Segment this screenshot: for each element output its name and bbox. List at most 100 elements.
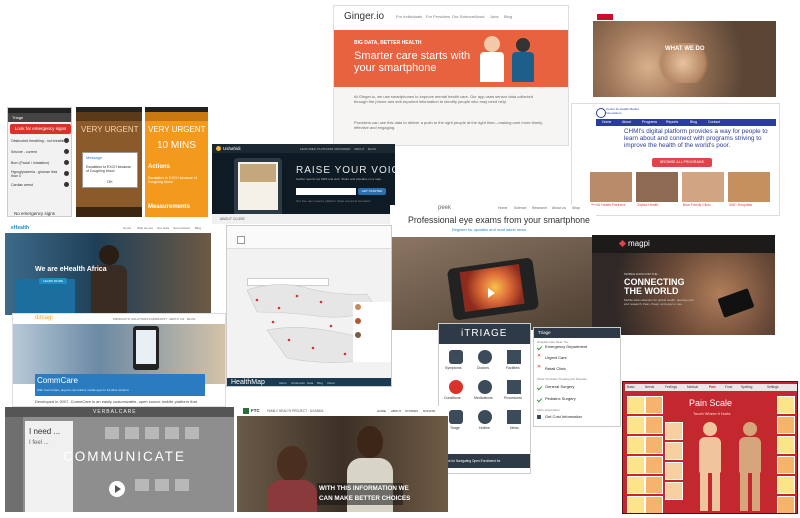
pain-tab[interactable]: Needs [645, 385, 654, 389]
body-leg[interactable] [752, 473, 760, 511]
ehealth-logo[interactable]: eHealth [11, 225, 29, 231]
symptoms-icon[interactable] [449, 350, 463, 364]
body-leg[interactable] [740, 473, 748, 511]
healthmap-logo[interactable]: HealthMap [231, 379, 265, 386]
peek-nav-item[interactable]: Shop [572, 206, 580, 210]
healthmap-footer-link[interactable]: Blog [317, 381, 323, 385]
commcare-logo[interactable]: dimagi [35, 315, 53, 321]
ushahidi-nav-item[interactable]: CRISISMAP [334, 147, 351, 151]
program-card-title[interactable]: Blue Family Clinic [683, 203, 711, 207]
symbol-tile[interactable] [155, 479, 169, 491]
healthmap-footer-link[interactable]: Alerts [279, 381, 287, 385]
pain-symbol-tile[interactable] [627, 436, 645, 454]
list-item[interactable]: General Surgery [545, 384, 574, 389]
body-head[interactable] [703, 422, 717, 436]
chmi-logo[interactable]: Center for Health Market Innovations [606, 107, 646, 115]
list-item[interactable]: Retail Clinic [545, 366, 566, 371]
procedures-icon[interactable] [507, 380, 521, 394]
ginger-nav-item[interactable]: For Individuals [396, 14, 422, 19]
pain-symbol-tile[interactable] [645, 456, 663, 474]
pain-symbol-tile[interactable] [777, 496, 795, 513]
symbol-tile[interactable] [105, 427, 119, 439]
alert-thumb[interactable] [355, 304, 361, 310]
commcare-nav-item[interactable]: COMMUNITY [149, 317, 168, 321]
chmi-nav-item[interactable]: Programs [642, 120, 657, 124]
ftc-nav-item[interactable]: HOME [377, 409, 386, 413]
alert-thumb[interactable] [355, 318, 361, 324]
conditions-icon[interactable] [449, 380, 463, 394]
info-icon[interactable] [64, 138, 69, 143]
info-icon[interactable] [64, 160, 69, 165]
ehealth-nav-item[interactable]: Blog [195, 226, 201, 230]
pain-symbol-tile[interactable] [645, 396, 663, 414]
program-card[interactable] [728, 172, 770, 202]
ginger-nav-item[interactable]: Blog [504, 14, 512, 19]
pain-symbol-tile[interactable] [627, 416, 645, 434]
peek-subtitle[interactable]: Register for updates and read latest new… [452, 227, 526, 232]
pain-symbol-tile[interactable] [627, 456, 645, 474]
list-item[interactable]: Urgent Care [545, 355, 567, 360]
pain-tab[interactable]: Medical [687, 385, 698, 389]
emergency-sign-row[interactable]: Burn (Facial / Inhalation) [11, 161, 49, 165]
program-card[interactable] [636, 172, 678, 202]
body-diagram-back[interactable] [733, 422, 767, 512]
ehealth-learn-more-button[interactable]: LEARN MORE [39, 278, 67, 284]
pain-tab[interactable]: Basic [627, 385, 635, 389]
symbol-tile[interactable] [145, 427, 159, 439]
symbol-tile[interactable] [165, 427, 179, 439]
charity-logo[interactable] [597, 14, 613, 20]
ushahidi-logo-icon[interactable] [216, 146, 221, 151]
emergency-sign-row[interactable]: Obstructed breathing - not breathing [11, 139, 67, 143]
body-head[interactable] [743, 422, 757, 436]
pain-symbol-tile[interactable] [627, 496, 645, 513]
itriage-ad-bar[interactable]: 5 Tips for Navigating Open Enrollment fo… [439, 454, 530, 468]
pain-symbol-tile[interactable] [665, 482, 683, 500]
peek-nav-item[interactable]: Home [498, 206, 507, 210]
ehealth-nav-item[interactable]: Who we are [137, 226, 153, 230]
body-torso[interactable] [699, 437, 721, 473]
chmi-nav-item[interactable]: Reports [666, 120, 678, 124]
body-torso[interactable] [739, 437, 761, 473]
play-icon[interactable] [115, 485, 121, 493]
commcare-nav-item[interactable]: PRODUCTS [113, 317, 130, 321]
body-diagram-front[interactable] [693, 422, 727, 512]
emergency-sign-row[interactable]: Seizure - current [11, 150, 37, 154]
ushahidi-nav-item[interactable]: PLATFORM [317, 147, 333, 151]
itriage-logo[interactable]: iTRIAGE [461, 328, 507, 339]
ginger-logo[interactable]: Ginger.io [344, 11, 384, 22]
ginger-nav-item[interactable]: About [474, 14, 484, 19]
emergency-sign-row[interactable]: Hypoglycaemia - glucose less than 3 [11, 170, 61, 178]
chmi-nav-item[interactable]: Contact [708, 120, 720, 124]
program-card[interactable] [682, 172, 724, 202]
ushahidi-email-input[interactable] [296, 188, 356, 195]
pain-tab[interactable]: Feelings [665, 385, 677, 389]
symbol-tile[interactable] [185, 427, 199, 439]
magpi-logo-icon[interactable] [618, 239, 627, 248]
ftc-nav-item[interactable]: STORIES [405, 409, 418, 413]
alert-thumb[interactable] [355, 332, 361, 338]
ginger-nav-item[interactable]: Jobs [490, 14, 498, 19]
ftc-nav-item[interactable]: DONATE [423, 409, 435, 413]
pain-symbol-tile[interactable] [645, 496, 663, 513]
chmi-nav-item[interactable]: Home [602, 120, 611, 124]
emergency-signs-button[interactable]: Look for emergency signs [10, 124, 71, 134]
symbol-tile[interactable] [175, 479, 189, 491]
ushahidi-nav-item[interactable]: ABOUT [354, 147, 364, 151]
pain-tab[interactable]: Spelling [741, 385, 752, 389]
program-card[interactable] [590, 172, 632, 202]
pain-symbol-tile[interactable] [665, 442, 683, 460]
list-item[interactable]: Get Cost Information [545, 414, 582, 419]
dialog-ok-button[interactable]: OK [107, 179, 113, 184]
program-card-title[interactable]: World Health Partners [591, 203, 625, 207]
pain-symbol-tile[interactable] [645, 416, 663, 434]
info-icon[interactable] [64, 182, 69, 187]
pain-tab[interactable]: Pain [709, 385, 716, 389]
pain-symbol-tile[interactable] [777, 476, 795, 494]
pain-tab[interactable]: Settings [767, 385, 779, 389]
peek-nav-item[interactable]: Science [514, 206, 526, 210]
play-icon[interactable] [488, 288, 495, 298]
ushahidi-signup-button[interactable]: GET STARTED [358, 188, 386, 195]
ftc-logo-mark[interactable] [243, 408, 249, 414]
list-item[interactable]: Emergency Department [545, 344, 587, 349]
pain-symbol-tile[interactable] [645, 436, 663, 454]
